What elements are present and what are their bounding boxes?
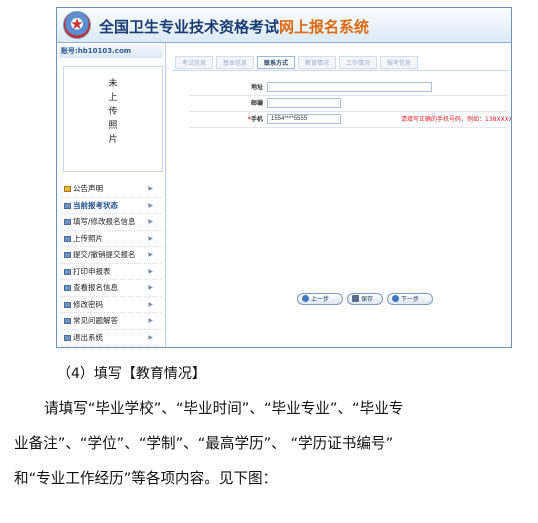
address-label: 地址 [250,84,263,91]
tab-exam-info[interactable]: 考试信息 [175,56,213,69]
edit-icon [64,219,71,225]
sidebar-item-label: 填写/修改报名信息 [73,217,136,226]
sidebar-item-announcement[interactable]: 公告声明 ▶ [61,181,161,198]
banner-title-main: 全国卫生专业技术资格考试 [99,18,280,36]
list-icon [64,202,71,209]
sidebar-item-upload-photo[interactable]: 上传照片 ▶ [61,231,161,247]
sidebar-item-faq[interactable]: 常见问题解答 ▶ [61,313,161,330]
sidebar-item-edit-info[interactable]: 填写/修改报名信息 ▶ [61,214,161,231]
submit-icon [64,252,71,258]
sidebar-item-label: 当前报考状态 [73,200,118,210]
help-icon [64,318,71,324]
chevron-right-icon: ▶ [148,185,153,192]
sidebar-item-view-info[interactable]: 查看报名信息 ▶ [61,280,161,297]
photo-text-char: 片 [108,135,118,145]
next-button[interactable]: 下一步 [387,293,433,305]
sidebar-item-change-password[interactable]: 修改密码 ▶ [61,297,161,313]
exit-icon [64,334,71,341]
postcode-input[interactable] [267,98,341,108]
instruction-line-1: 请填写“毕业学校”、“毕业时间”、“毕业专业”、“毕业专 [44,400,404,417]
arrow-left-icon [302,295,309,302]
sidebar-item-label: 修改密码 [73,299,103,309]
photo-text-char: 照 [108,121,118,131]
instruction-line-2: 业备注”、“学位”、“学制”、“最高学历”、 “学历证书编号” [14,435,394,452]
sidebar-item-label: 退出系统 [73,332,103,342]
key-icon [64,301,71,308]
banner-title: 全国卫生专业技术资格考试网上报名系统 [99,16,369,37]
phone-label: 手机 [250,116,263,123]
chevron-right-icon: ▶ [148,267,153,275]
chevron-right-icon: ▶ [148,201,153,209]
form-row-postcode: 邮编 [189,96,507,112]
sidebar-item-label: 提交/撤销提交报名 [73,250,136,259]
photo-placeholder-text: 未 上 传 照 片 [64,77,162,147]
header-banner: ★ 全国卫生专业技术资格考试网上报名系统 [57,8,511,43]
sidebar-menu: 公告声明 ▶ 当前报考状态 ▶ 填写/修改报名信息 ▶ 上传照片 ▶ 提交/撤销提交报名… [61,181,161,346]
tab-education[interactable]: 教育情况 [298,56,336,69]
next-button-label: 下一步 [401,296,420,303]
postcode-label: 邮编 [250,100,263,107]
banner-title-sub: 网上报名系统 [279,18,370,36]
photo-text-char: 传 [108,107,118,117]
chevron-right-icon: ▶ [148,251,153,258]
form-row-address: 地址 [189,80,507,96]
view-icon [64,285,71,291]
sidebar-item-label: 上传照片 [73,233,103,243]
chevron-right-icon: ▶ [148,218,153,225]
sidebar-item-label: 查看报名信息 [73,283,118,292]
save-button-label: 保存 [361,296,374,303]
print-icon [64,268,71,275]
screenshot-frame: ★ 全国卫生专业技术资格考试网上报名系统 账号:hb10103.com 未 上 … [56,7,512,348]
sidebar-item-label: 常见问题解答 [73,316,118,325]
address-input[interactable] [267,82,432,92]
tab-basic-info[interactable]: 基本信息 [216,56,254,69]
chevron-right-icon: ▶ [148,300,153,308]
sidebar-item-print[interactable]: 打印申报表 ▶ [61,264,161,280]
save-icon [352,295,359,302]
tab-application[interactable]: 报考信息 [380,56,418,69]
sidebar-item-submit[interactable]: 提交/撤销提交报名 ▶ [61,247,161,264]
sidebar-item-status[interactable]: 当前报考状态 ▶ [61,198,161,214]
sidebar-item-label: 打印申报表 [73,266,111,276]
phone-hint: 请填写正确的手机号码，例如：138XXXXXXXX [401,116,512,123]
instruction-line-3: 和“专业工作经历”等各项内容。见下图： [14,470,278,487]
logo-icon: ★ [63,11,91,39]
chevron-right-icon: ▶ [148,333,153,341]
photo-placeholder: 未 上 传 照 片 [63,66,163,172]
account-label: 账号:hb10103.com [59,45,163,58]
phone-input[interactable] [267,114,341,124]
phone-label-wrap: *手机 [189,112,263,127]
sidebar: 账号:hb10103.com 未 上 传 照 片 公告声明 ▶ 当前报考状态 ▶ 填… [57,43,166,347]
chevron-right-icon: ▶ [148,317,153,324]
home-icon [64,186,71,192]
tab-work[interactable]: 工作情况 [339,56,377,69]
prev-button[interactable]: 上一步 [297,293,343,305]
sidebar-item-exit[interactable]: 退出系统 ▶ [61,330,161,346]
form-row-phone: *手机 请填写正确的手机号码，例如：138XXXXXXXX [189,112,511,128]
arrow-right-icon [392,295,399,302]
photo-text-char: 未 [108,79,118,89]
chevron-right-icon: ▶ [148,234,153,242]
save-button[interactable]: 保存 [347,293,383,305]
sidebar-item-label: 公告声明 [73,184,103,193]
tab-contact[interactable]: 联系方式 [257,56,295,69]
prev-button-label: 上一步 [311,296,330,303]
photo-text-char: 上 [108,93,118,103]
section-caption: （4）填写【教育情况】 [57,366,206,382]
chevron-right-icon: ▶ [148,284,153,291]
photo-icon [64,235,71,242]
